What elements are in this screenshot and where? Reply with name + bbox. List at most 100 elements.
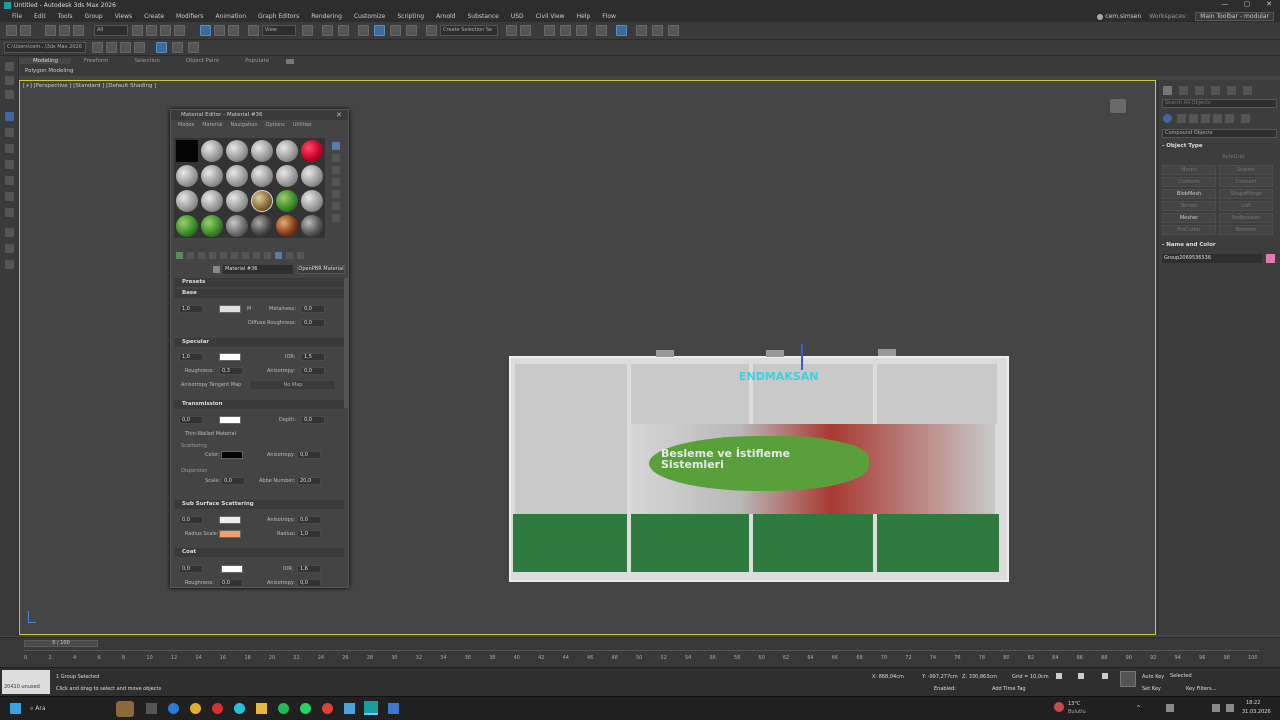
specular-roughness-field[interactable]: 0,3 — [219, 367, 243, 375]
display-tab-icon[interactable] — [1227, 86, 1236, 95]
opera-icon[interactable] — [212, 703, 223, 714]
tab-modeling[interactable]: Modeling — [20, 58, 72, 64]
sample-slot[interactable] — [201, 140, 223, 162]
modify-tab-icon[interactable] — [1179, 86, 1188, 95]
whatsapp-icon[interactable] — [300, 703, 311, 714]
edge-2-icon[interactable] — [234, 703, 245, 714]
sample-slot[interactable] — [276, 140, 298, 162]
connect-button[interactable]: Connect — [1219, 177, 1273, 187]
pivot-center-icon[interactable] — [302, 25, 313, 36]
sync-icon[interactable] — [188, 42, 199, 53]
tab-selection[interactable]: Selection — [122, 58, 173, 64]
sss-section[interactable]: Sub Surface Scattering — [174, 500, 344, 509]
sample-slot[interactable] — [301, 165, 323, 187]
window-crossing-icon[interactable] — [174, 25, 185, 36]
sample-slot[interactable] — [201, 215, 223, 237]
sample-slot[interactable] — [251, 190, 273, 212]
app-icon-blue[interactable] — [388, 703, 399, 714]
sample-slot[interactable] — [176, 190, 198, 212]
menu-arnold[interactable]: Arnold — [430, 13, 461, 20]
render-setup-icon[interactable] — [636, 25, 647, 36]
presets-section[interactable]: Presets — [174, 278, 344, 287]
object-name-field[interactable]: Group2069536536 — [1162, 254, 1262, 263]
abbe-number-field[interactable]: 20,0 — [297, 477, 321, 485]
motion-tab-icon[interactable] — [5, 128, 14, 137]
sss-radius-field[interactable]: 1,0 — [297, 530, 321, 538]
menu-tools[interactable]: Tools — [52, 13, 79, 20]
me-menu-utilities[interactable]: Utilities — [289, 120, 316, 130]
spotify-icon[interactable] — [278, 703, 289, 714]
taskbar-search[interactable]: ⌕ Ara — [30, 702, 110, 716]
object-search-input[interactable]: Search All Objects — [1162, 99, 1277, 108]
project-path-dropdown[interactable]: C:\Users\cem...\3ds Max 2026 — [4, 42, 86, 53]
selection-filter-dropdown[interactable]: All — [94, 25, 128, 36]
menu-edit[interactable]: Edit — [28, 13, 52, 20]
select-by-name-icon[interactable] — [146, 25, 157, 36]
weather-temp[interactable]: 13°C — [1068, 701, 1080, 707]
specular-weight-field[interactable]: 1,0 — [179, 353, 203, 361]
category-dropdown[interactable]: Compound Objects — [1162, 129, 1277, 138]
material-editor-scrollbar[interactable] — [344, 278, 348, 408]
windows-start-icon[interactable] — [10, 703, 21, 714]
coat-roughness-field[interactable]: 0,0 — [219, 579, 243, 587]
ribbon-subtitle[interactable]: Polygon Modeling — [25, 68, 73, 74]
coord-z[interactable]: Z: 330,863cm — [962, 674, 997, 680]
layer-explorer-icon[interactable] — [560, 25, 571, 36]
coat-section[interactable]: Coat — [174, 548, 344, 557]
isolate-icon[interactable] — [172, 42, 183, 53]
sample-slot[interactable] — [251, 140, 273, 162]
sample-slot[interactable] — [176, 215, 198, 237]
light-icon[interactable] — [5, 176, 14, 185]
grid-icon[interactable] — [5, 260, 14, 269]
time-slider[interactable]: 0 / 100 — [24, 640, 98, 647]
material-type-button[interactable]: OpenPBR Material — [297, 265, 345, 274]
snaps-toggle-icon[interactable] — [358, 25, 369, 36]
shapes-category-icon[interactable] — [1177, 114, 1186, 123]
systems-category-icon[interactable] — [1241, 114, 1250, 123]
sample-slot[interactable] — [276, 165, 298, 187]
systems-icon[interactable] — [5, 244, 14, 253]
sample-slot[interactable] — [301, 140, 323, 162]
viewport-label[interactable]: [+] [Perspective ] [Standard ] [Default … — [23, 83, 156, 89]
depth-field[interactable]: 0,0 — [301, 416, 325, 424]
clock-time[interactable]: 18:22 — [1246, 700, 1260, 706]
viewcube-icon[interactable] — [1110, 99, 1126, 113]
volume-icon[interactable] — [1212, 704, 1220, 712]
show-shaded-in-viewport-icon[interactable] — [264, 252, 271, 259]
metalness-field[interactable]: 0,0 — [301, 305, 325, 313]
clock-date[interactable]: 31.03.2026 — [1242, 709, 1271, 715]
show-end-result-icon[interactable] — [275, 252, 282, 259]
menu-modifiers[interactable]: Modifiers — [170, 13, 209, 20]
weather-desc[interactable]: Bulutlu — [1068, 709, 1086, 715]
helpers-category-icon[interactable] — [1213, 114, 1222, 123]
render-frame-icon[interactable] — [652, 25, 663, 36]
mesher-button[interactable]: Mesher — [1162, 213, 1216, 223]
tab-freeform[interactable]: Freeform — [71, 58, 122, 64]
transmission-section[interactable]: Transmission — [174, 400, 344, 409]
toggle-ribbon-icon[interactable] — [576, 25, 587, 36]
get-material-icon[interactable] — [176, 252, 183, 259]
utilities-tab-icon[interactable] — [5, 160, 14, 169]
specular-anisotropy-field[interactable]: 0,0 — [301, 367, 325, 375]
material-id-channel-icon[interactable] — [253, 252, 260, 259]
conform-button[interactable]: Conform — [1162, 177, 1216, 187]
tangent-map-button[interactable]: No Map — [251, 381, 335, 389]
maxscript-listener[interactable]: 20410 unused — [2, 670, 50, 694]
put-to-scene-icon[interactable] — [187, 252, 194, 259]
menu-scripting[interactable]: Scripting — [391, 13, 430, 20]
align-icon[interactable] — [520, 25, 531, 36]
select-object-icon[interactable] — [132, 25, 143, 36]
named-selection-sets-dropdown[interactable]: Create Selection Se — [440, 25, 498, 36]
make-unique-icon[interactable] — [231, 252, 238, 259]
go-to-start-icon[interactable] — [1056, 673, 1062, 679]
name-color-header[interactable]: - Name and Color — [1162, 241, 1277, 250]
viewport-layout-icon[interactable] — [156, 42, 167, 53]
object-type-header[interactable]: - Object Type — [1162, 142, 1277, 151]
background-icon[interactable] — [332, 166, 340, 174]
chrome-icon[interactable] — [190, 703, 201, 714]
dispersion-scale-field[interactable]: 0,0 — [221, 477, 245, 485]
menu-create[interactable]: Create — [138, 13, 170, 20]
base-map-button[interactable]: M — [247, 306, 251, 312]
blobmesh-button[interactable]: BlobMesh — [1162, 189, 1216, 199]
sss-anisotropy-field[interactable]: 0,0 — [297, 516, 321, 524]
